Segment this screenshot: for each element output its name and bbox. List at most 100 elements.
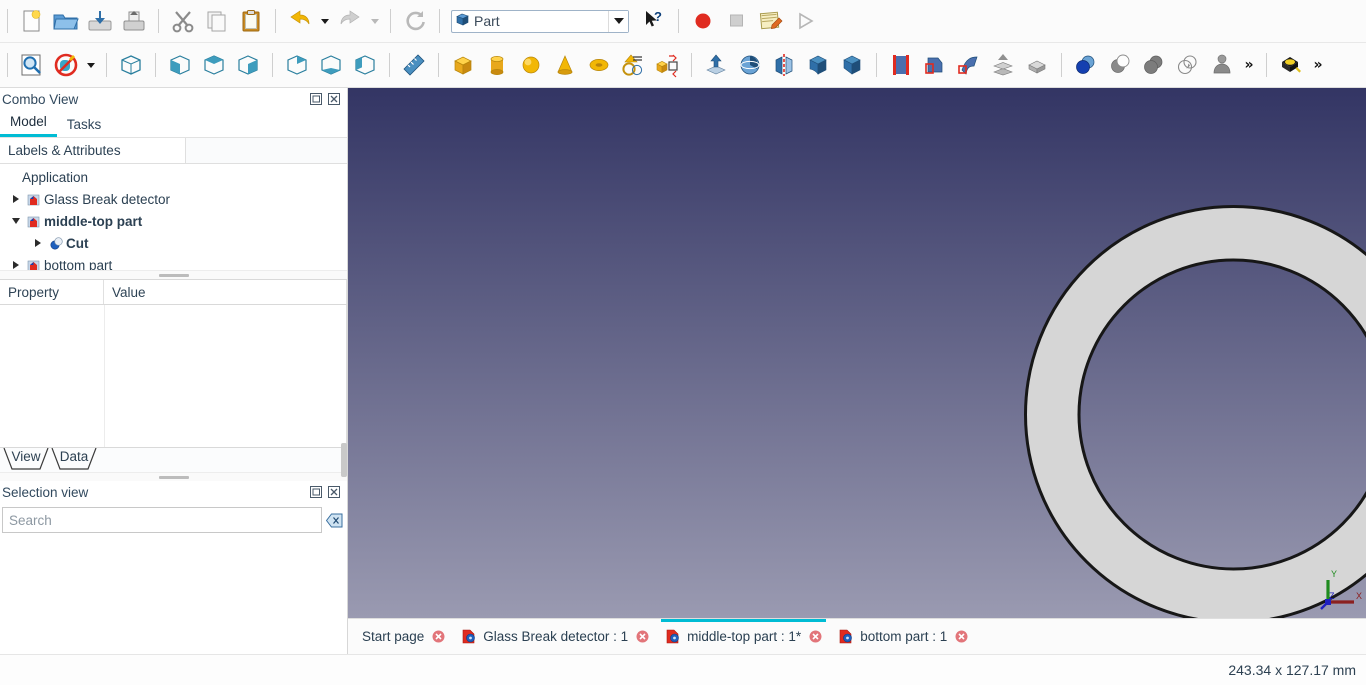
toolbar-separator	[876, 53, 877, 77]
toolbar-separator	[438, 53, 439, 77]
execute-macro-button[interactable]	[788, 4, 822, 38]
collapse-arrow-icon[interactable]	[8, 218, 24, 224]
measure-button[interactable]	[397, 48, 431, 82]
new-document-button[interactable]	[15, 4, 49, 38]
whats-this-button[interactable]: ?	[637, 4, 671, 38]
toolbar-overflow-button[interactable]: »	[1239, 57, 1259, 73]
close-tab-icon[interactable]	[809, 630, 822, 643]
bottom-view-button[interactable]	[314, 48, 348, 82]
print-document-button[interactable]	[117, 4, 151, 38]
close-icon[interactable]	[327, 92, 341, 106]
selection-view-splitter[interactable]	[0, 472, 347, 481]
tree-property-splitter[interactable]	[0, 270, 347, 279]
torus-button[interactable]	[582, 48, 616, 82]
toolbar-separator	[691, 53, 692, 77]
shape-builder-button[interactable]	[650, 48, 684, 82]
doc-tab-middle-top-part[interactable]: middle-top part : 1*	[657, 618, 830, 655]
tree-item-label: bottom part	[44, 257, 113, 271]
redo-button[interactable]	[333, 4, 367, 38]
tab-data[interactable]: Data	[50, 448, 98, 470]
macro-stop-button[interactable]	[720, 4, 754, 38]
draw-style-dropdown-button[interactable]	[83, 49, 99, 81]
document-icon	[24, 258, 44, 270]
redo-dropdown-button[interactable]	[367, 5, 383, 37]
workbench-dropdown-arrow[interactable]	[608, 10, 628, 32]
top-view-button[interactable]	[197, 48, 231, 82]
cross-sections-button[interactable]	[1020, 48, 1054, 82]
cylinder-button[interactable]	[480, 48, 514, 82]
sphere-button[interactable]	[514, 48, 548, 82]
toolbar-separator	[155, 53, 156, 77]
create-primitives-button[interactable]	[616, 48, 650, 82]
doc-tab-bottom-part[interactable]: bottom part : 1	[830, 619, 976, 655]
appearance-button[interactable]	[1274, 48, 1308, 82]
toolbar-overflow-button-2[interactable]: »	[1308, 57, 1328, 73]
intersection-button[interactable]	[1171, 48, 1205, 82]
tree-item-bottom-part[interactable]: bottom part	[0, 254, 347, 270]
cut-button[interactable]	[166, 4, 200, 38]
copy-button[interactable]	[200, 4, 234, 38]
draw-style-button[interactable]	[49, 48, 83, 82]
save-document-button[interactable]	[83, 4, 117, 38]
tree-column-header: Labels & Attributes	[0, 138, 347, 164]
tab-view[interactable]: View	[2, 448, 50, 470]
front-view-button[interactable]	[163, 48, 197, 82]
property-table-body[interactable]	[0, 305, 347, 448]
paste-button[interactable]	[234, 4, 268, 38]
close-tab-icon[interactable]	[955, 630, 968, 643]
extrude-button[interactable]	[699, 48, 733, 82]
document-icon	[24, 214, 44, 228]
search-input[interactable]	[2, 507, 322, 533]
doc-tab-glass-break-detector[interactable]: Glass Break detector : 1	[453, 619, 657, 655]
join-connect-button[interactable]	[1205, 48, 1239, 82]
tab-model[interactable]: Model	[0, 112, 57, 137]
combo-view-titlebar: Combo View	[0, 88, 347, 110]
tree-item-application[interactable]: Application	[0, 166, 347, 188]
macro-record-button[interactable]	[686, 4, 720, 38]
axonometric-view-button[interactable]	[114, 48, 148, 82]
box-button[interactable]	[446, 48, 480, 82]
undo-button[interactable]	[283, 4, 317, 38]
dock-resize-handle[interactable]	[341, 443, 347, 477]
left-view-button[interactable]	[348, 48, 382, 82]
doc-tab-start-page[interactable]: Start page	[354, 619, 453, 655]
refresh-button[interactable]	[398, 4, 432, 38]
right-view-button[interactable]	[231, 48, 265, 82]
undo-dropdown-button[interactable]	[317, 5, 333, 37]
fit-all-button[interactable]	[15, 48, 49, 82]
close-tab-icon[interactable]	[432, 630, 445, 643]
float-icon[interactable]	[309, 92, 323, 106]
cut-boolean-button[interactable]	[1103, 48, 1137, 82]
ruled-surface-button[interactable]	[884, 48, 918, 82]
toolbar-separator	[272, 53, 273, 77]
tree-item-middle-top-part[interactable]: middle-top part	[0, 210, 347, 232]
3d-viewport[interactable]: Y X Z	[348, 88, 1366, 618]
loft-button[interactable]	[918, 48, 952, 82]
workbench-selector[interactable]: Part	[451, 9, 629, 33]
tab-tasks[interactable]: Tasks	[57, 115, 112, 137]
open-document-button[interactable]	[49, 4, 83, 38]
expand-arrow-icon[interactable]	[8, 195, 24, 203]
mirror-button[interactable]	[767, 48, 801, 82]
property-editor: Property Value	[0, 279, 347, 448]
cone-button[interactable]	[548, 48, 582, 82]
tree-item-cut[interactable]: Cut	[0, 232, 347, 254]
ring-annulus[interactable]	[1024, 205, 1366, 618]
expand-arrow-icon[interactable]	[8, 261, 24, 269]
selection-list[interactable]	[0, 539, 347, 597]
boolean-button[interactable]	[1069, 48, 1103, 82]
macros-button[interactable]	[754, 4, 788, 38]
clear-text-icon[interactable]	[325, 511, 343, 529]
chamfer-button[interactable]	[835, 48, 869, 82]
expand-arrow-icon[interactable]	[30, 239, 46, 247]
fillet-button[interactable]	[801, 48, 835, 82]
revolve-button[interactable]	[733, 48, 767, 82]
section-button[interactable]	[986, 48, 1020, 82]
close-icon[interactable]	[327, 485, 341, 499]
sweep-button[interactable]	[952, 48, 986, 82]
tree-item-glass-break-detector[interactable]: Glass Break detector	[0, 188, 347, 210]
close-tab-icon[interactable]	[636, 630, 649, 643]
union-button[interactable]	[1137, 48, 1171, 82]
rear-view-button[interactable]	[280, 48, 314, 82]
float-icon[interactable]	[309, 485, 323, 499]
